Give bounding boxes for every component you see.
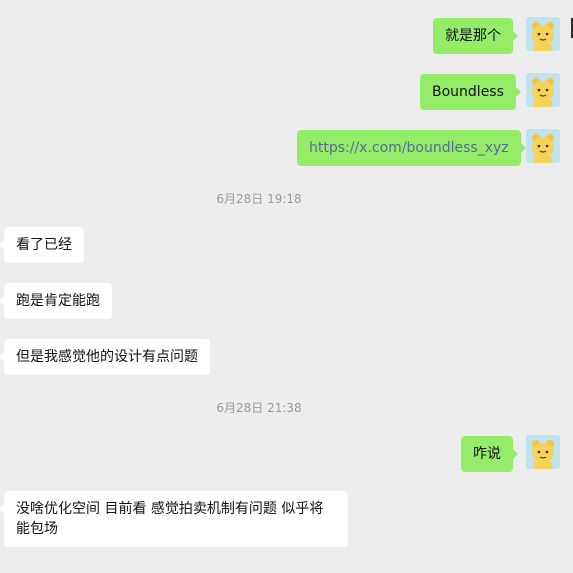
message-text: 咋说 [473, 446, 501, 462]
chat-window: 就是那个 Boundless https://x.com/boundless_x… [0, 0, 573, 573]
message-text: 跑是肯定能跑 [16, 293, 100, 309]
yellow-bear-avatar-icon [526, 73, 560, 107]
message-bubble-outgoing[interactable]: 咋说 [461, 436, 518, 472]
message-bubble-outgoing[interactable]: 就是那个 [433, 18, 518, 54]
message-text: Boundless [432, 84, 504, 100]
message-bubble-incoming[interactable]: 但是我感觉他的设计有点问题 [0, 339, 210, 375]
message-bubble-incoming[interactable]: 跑是肯定能跑 [0, 283, 112, 319]
message-bubble-incoming[interactable]: 没啥优化空间 目前看 感觉拍卖机制有问题 似乎将能包场 [0, 491, 348, 547]
message-bubble-outgoing[interactable]: Boundless [420, 74, 521, 110]
message-link-text[interactable]: https://x.com/boundless_xyz [309, 140, 509, 156]
message-text: 但是我感觉他的设计有点问题 [16, 349, 198, 365]
user-avatar[interactable] [526, 129, 560, 163]
timestamp: 6月28日 19:18 [216, 192, 302, 206]
message-text: 看了已经 [16, 237, 72, 253]
user-avatar[interactable] [526, 435, 560, 469]
message-bubble-incoming[interactable]: 看了已经 [0, 227, 84, 263]
yellow-bear-avatar-icon [526, 17, 560, 51]
yellow-bear-avatar-icon [526, 129, 560, 163]
user-avatar[interactable] [526, 73, 560, 107]
message-bubble-outgoing-link[interactable]: https://x.com/boundless_xyz [297, 130, 526, 166]
timestamp: 6月28日 21:38 [216, 401, 302, 415]
user-avatar[interactable] [526, 17, 560, 51]
yellow-bear-avatar-icon [526, 435, 560, 469]
message-text: 没啥优化空间 目前看 感觉拍卖机制有问题 似乎将能包场 [16, 501, 324, 537]
message-text: 就是那个 [445, 28, 501, 44]
